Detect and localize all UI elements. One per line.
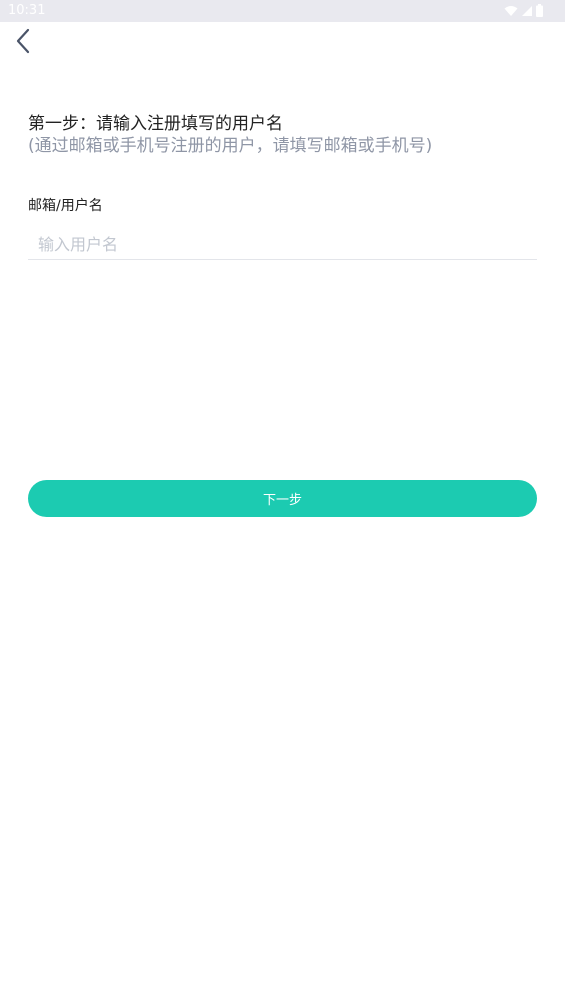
battery-icon — [536, 4, 543, 17]
username-field-label: 邮箱/用户名 — [28, 198, 103, 214]
next-step-button[interactable]: 下一步 — [28, 480, 537, 517]
signal-icon — [521, 5, 533, 17]
wifi-icon — [504, 5, 518, 17]
username-input[interactable] — [28, 230, 537, 260]
chevron-left-icon — [15, 28, 31, 58]
status-icons — [504, 4, 543, 17]
step-hint: (通过邮箱或手机号注册的用户，请填写邮箱或手机号) — [28, 136, 433, 156]
step-title: 第一步：请输入注册填写的用户名 — [28, 114, 283, 134]
status-bar: 10:31 — [0, 0, 565, 22]
back-button[interactable] — [8, 28, 38, 58]
status-time: 10:31 — [8, 3, 46, 18]
